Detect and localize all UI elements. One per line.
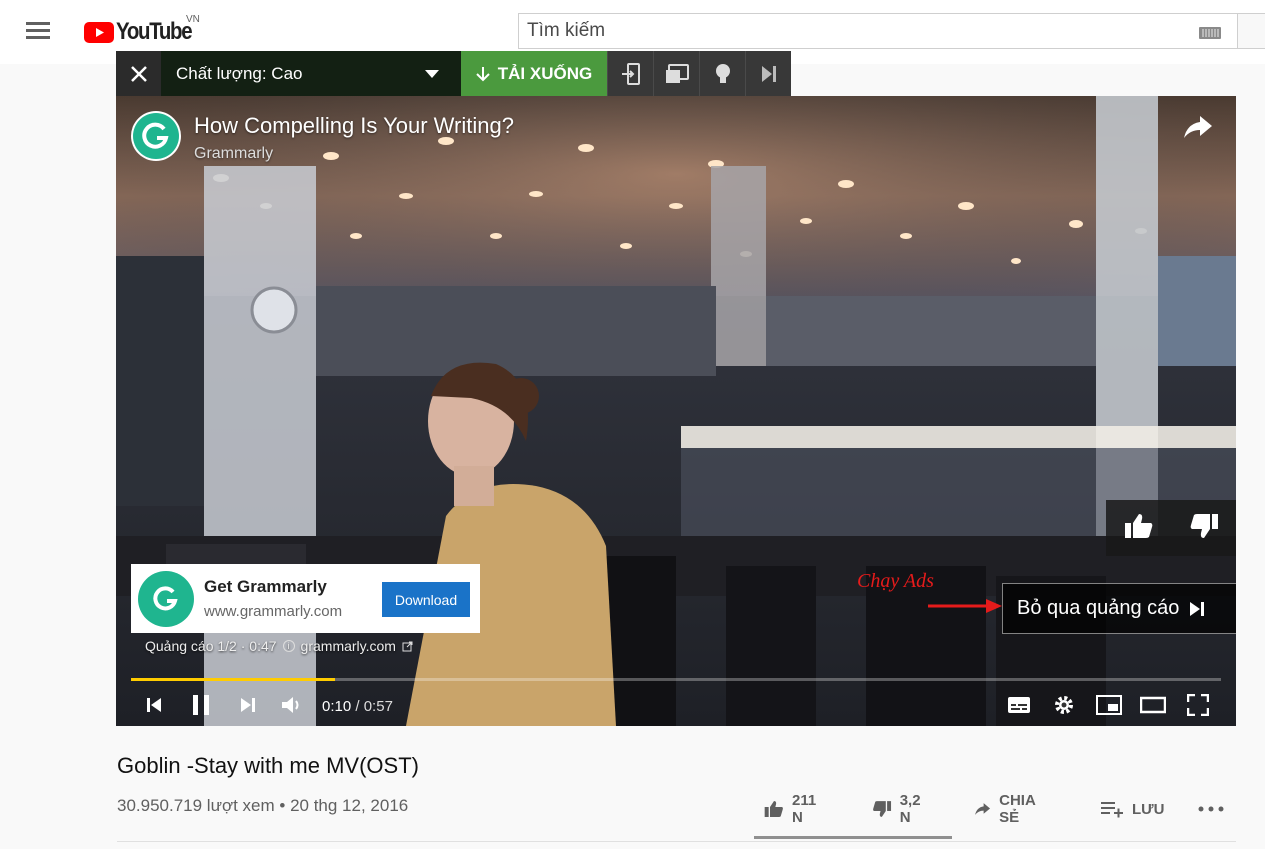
- more-actions-icon[interactable]: [1198, 792, 1224, 826]
- next-icon[interactable]: [238, 692, 258, 718]
- like-count: 211 N: [792, 792, 817, 826]
- search-input[interactable]: [519, 14, 1189, 48]
- lightbulb-icon[interactable]: [699, 51, 745, 97]
- progress-played: [131, 678, 335, 681]
- arrow-down-icon: [476, 67, 490, 82]
- ad-channel[interactable]: Grammarly: [194, 145, 514, 163]
- search-box: [518, 13, 1238, 49]
- close-icon[interactable]: [116, 51, 161, 97]
- ad-info: Quảng cáo 1/2 · 0:47 i grammarly.com: [145, 638, 413, 654]
- ad-header: How Compelling Is Your Writing? Grammarl…: [131, 111, 514, 163]
- chevron-down-icon: [425, 70, 439, 78]
- current-time: 0:10: [322, 698, 352, 715]
- skip-next-icon: [1190, 601, 1205, 616]
- ad-card-title: Get Grammarly: [204, 577, 327, 596]
- quality-select[interactable]: Chất lượng: Cao: [161, 51, 461, 97]
- video-player[interactable]: How Compelling Is Your Writing? Grammarl…: [116, 96, 1236, 726]
- ad-counter: Quảng cáo 1/2 · 0:47: [145, 638, 277, 654]
- volume-icon[interactable]: [280, 692, 302, 718]
- thumbs-up-icon[interactable]: [1124, 513, 1154, 544]
- keyboard-icon[interactable]: [1199, 27, 1221, 39]
- dislike-button[interactable]: 3,2 N: [872, 792, 927, 826]
- thumbs-down-icon: [873, 801, 892, 817]
- grammarly-card-logo: [138, 571, 194, 627]
- ad-card[interactable]: Get Grammarly www.grammarly.com Download: [131, 564, 480, 633]
- external-link-icon: [402, 641, 413, 651]
- youtube-logo[interactable]: YouTube VN: [84, 14, 205, 46]
- download-label: TẢI XUỐNG: [497, 64, 593, 83]
- time-display: 0:10 / 0:57: [322, 698, 393, 715]
- video-meta: 30.950.719 lượt xem • 20 thg 12, 2016: [117, 796, 409, 815]
- video-title: Goblin -Stay with me MV(OST): [117, 753, 419, 778]
- share-icon[interactable]: [1182, 114, 1214, 140]
- thumbs-down-icon[interactable]: [1189, 513, 1219, 544]
- skip-ad-button[interactable]: Bỏ qua quảng cáo: [1002, 583, 1236, 634]
- download-button[interactable]: TẢI XUỐNG: [461, 51, 607, 97]
- thumbs-up-icon: [764, 800, 783, 818]
- skip-ad-label: Bỏ qua quảng cáo: [1017, 597, 1180, 619]
- logo-wordmark: YouTube: [116, 18, 193, 45]
- like-ratio-bar: [754, 836, 952, 839]
- player-controls: 0:10 / 0:57: [116, 686, 1236, 726]
- save-label: LƯU: [1132, 800, 1165, 818]
- skip-icon[interactable]: [745, 51, 791, 97]
- divider: [117, 841, 1236, 842]
- duration: 0:57: [363, 698, 393, 715]
- picture-in-picture-icon[interactable]: [653, 51, 699, 97]
- previous-icon[interactable]: [144, 692, 164, 718]
- subtitles-icon[interactable]: [1006, 692, 1032, 718]
- fullscreen-icon[interactable]: [1185, 692, 1211, 718]
- download-toolbar: Chất lượng: Cao TẢI XUỐNG: [116, 51, 791, 97]
- quality-label: Chất lượng: Cao: [176, 64, 303, 83]
- annotation-label: Chạy Ads: [857, 570, 934, 592]
- ad-title[interactable]: How Compelling Is Your Writing?: [194, 113, 514, 139]
- playlist-add-icon: [1101, 802, 1123, 818]
- miniplayer-icon[interactable]: [1095, 692, 1123, 718]
- progress-bar[interactable]: [131, 678, 1221, 681]
- share-button[interactable]: CHIA SẺ: [974, 792, 1042, 826]
- grammarly-logo[interactable]: [131, 111, 181, 161]
- info-icon[interactable]: i: [282, 640, 295, 652]
- menu-icon[interactable]: [26, 22, 50, 40]
- like-button[interactable]: 211 N: [764, 792, 822, 826]
- pause-icon[interactable]: [190, 692, 212, 718]
- country-code: VN: [186, 14, 200, 25]
- ad-download-button[interactable]: Download: [382, 582, 470, 617]
- share-icon: [975, 803, 991, 815]
- dislike-count: 3,2 N: [899, 792, 921, 826]
- exit-icon[interactable]: [607, 51, 653, 97]
- settings-gear-icon[interactable]: [1052, 692, 1076, 718]
- ad-rating: [1106, 500, 1236, 556]
- save-button[interactable]: LƯU: [1100, 792, 1164, 826]
- search-button[interactable]: [1238, 13, 1265, 49]
- youtube-play-icon: [84, 21, 114, 43]
- theater-mode-icon[interactable]: [1139, 692, 1167, 718]
- share-label: CHIA SẺ: [999, 792, 1036, 826]
- ad-domain-link[interactable]: grammarly.com: [301, 638, 396, 654]
- ad-card-url: www.grammarly.com: [204, 603, 343, 620]
- annotation-arrow-icon: [928, 599, 1002, 613]
